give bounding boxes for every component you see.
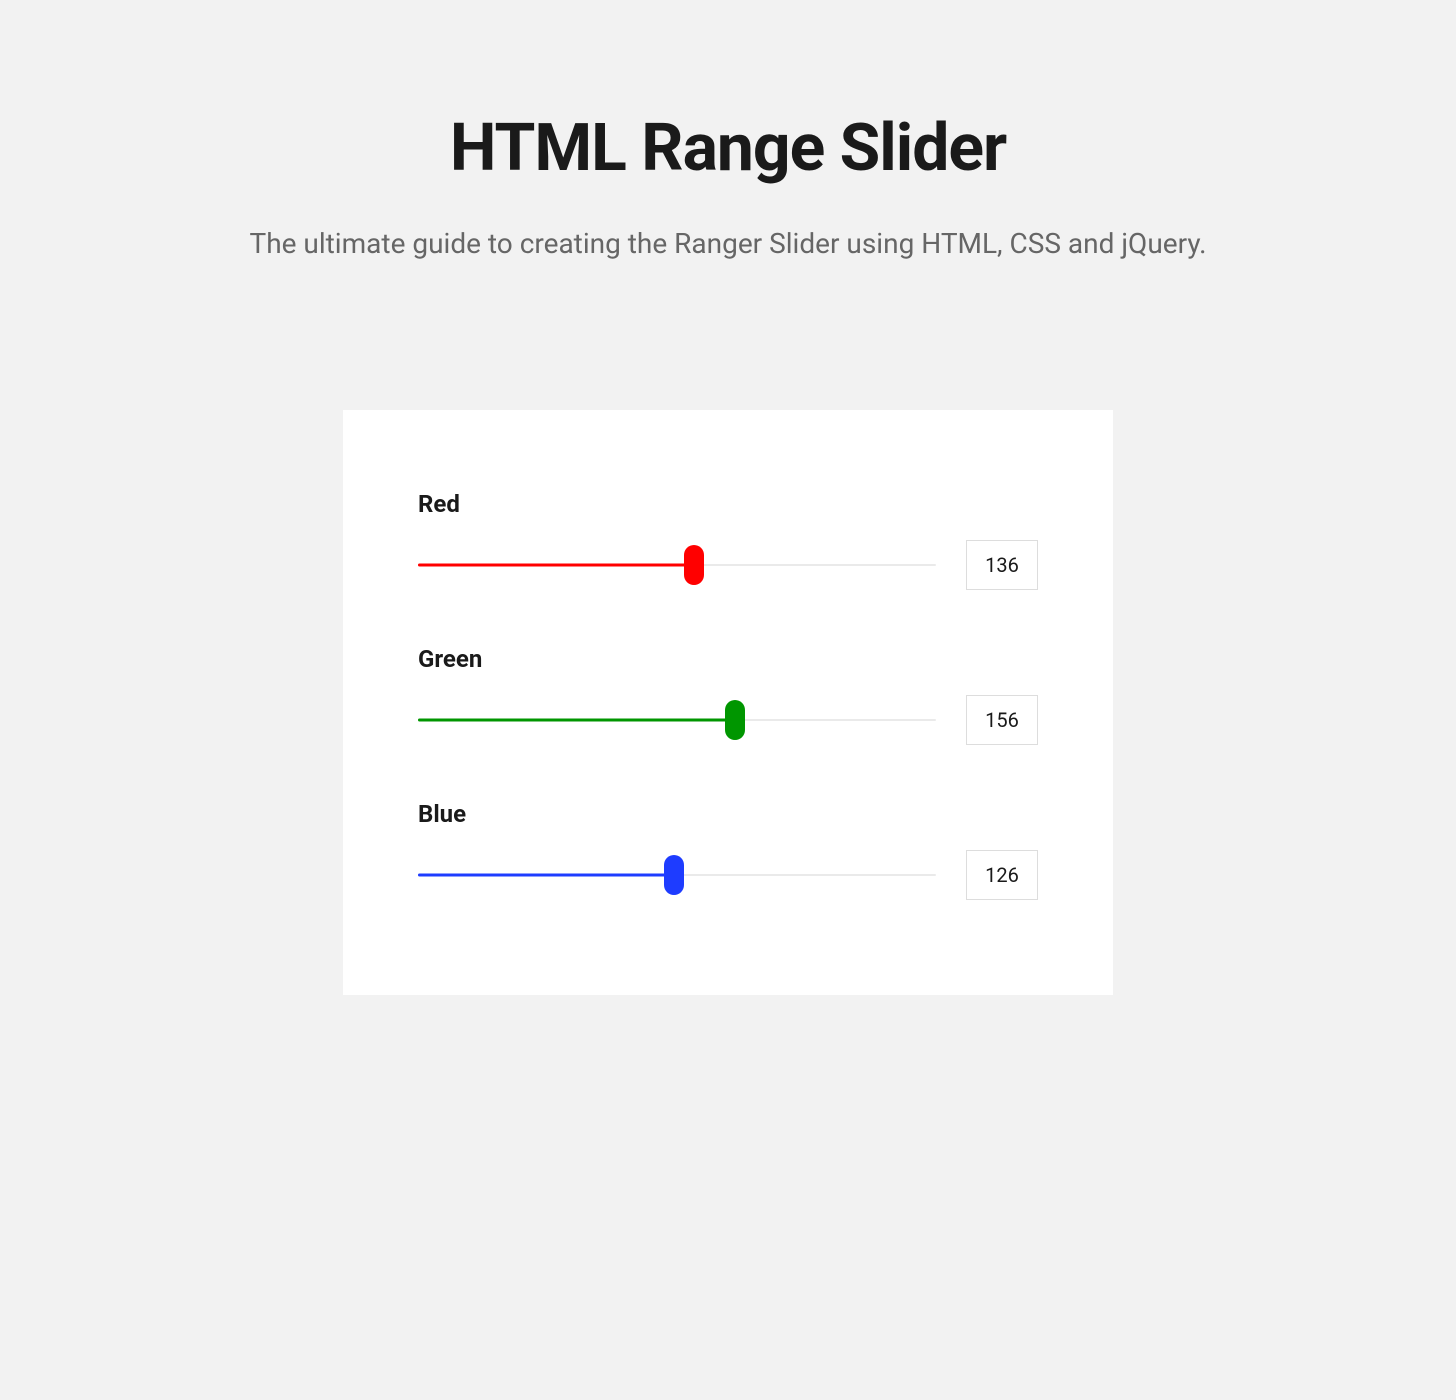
slider-track-blue[interactable] [418,855,936,895]
slider-label-blue: Blue [418,800,1038,828]
slider-row-red: 136 [418,540,1038,590]
slider-row-blue: 126 [418,850,1038,900]
slider-row-green: 156 [418,695,1038,745]
page-subtitle: The ultimate guide to creating the Range… [0,227,1456,260]
slider-thumb-blue[interactable] [664,855,684,895]
slider-value-blue[interactable]: 126 [966,850,1038,900]
slider-fill-red [418,564,694,567]
slider-group-green: Green 156 [418,645,1038,745]
slider-card: Red 136 Green 156 Blue [343,410,1113,995]
slider-thumb-green[interactable] [725,700,745,740]
slider-label-green: Green [418,645,1038,673]
slider-group-blue: Blue 126 [418,800,1038,900]
slider-track-green[interactable] [418,700,936,740]
page-title: HTML Range Slider [0,110,1456,187]
slider-value-green[interactable]: 156 [966,695,1038,745]
slider-group-red: Red 136 [418,490,1038,590]
slider-track-red[interactable] [418,545,936,585]
slider-fill-blue [418,874,674,877]
slider-thumb-red[interactable] [684,545,704,585]
slider-value-red[interactable]: 136 [966,540,1038,590]
slider-label-red: Red [418,490,1038,518]
slider-fill-green [418,719,735,722]
